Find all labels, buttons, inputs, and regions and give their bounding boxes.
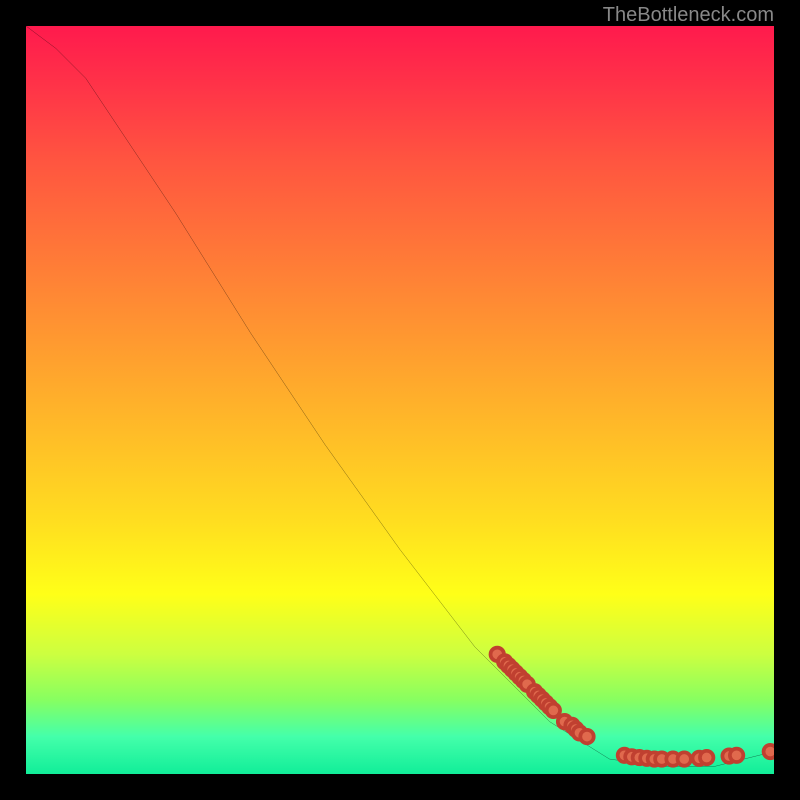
data-dot bbox=[678, 752, 691, 765]
data-dot bbox=[730, 749, 743, 762]
data-dot bbox=[700, 751, 713, 764]
data-dot bbox=[580, 730, 593, 743]
data-dot bbox=[764, 745, 774, 758]
watermark-text: TheBottleneck.com bbox=[603, 4, 774, 27]
bottleneck-curve bbox=[26, 26, 774, 767]
data-dots-group bbox=[491, 648, 774, 766]
chart-svg bbox=[26, 26, 774, 774]
data-dot bbox=[547, 704, 560, 717]
